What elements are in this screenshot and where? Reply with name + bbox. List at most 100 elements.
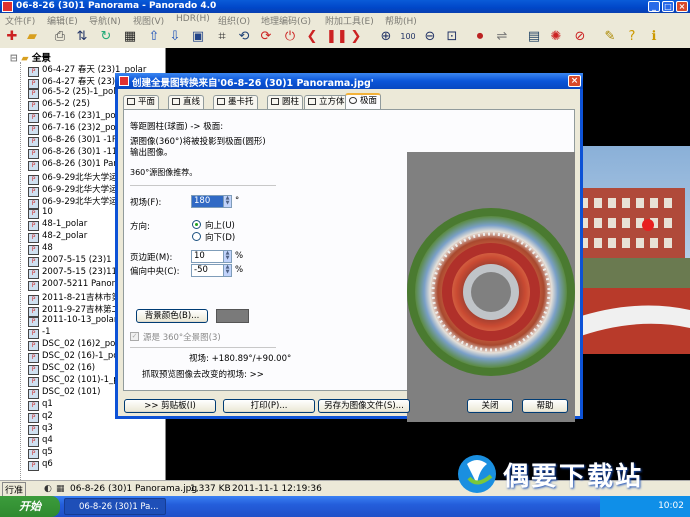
refresh-icon[interactable]: ↻ xyxy=(98,29,114,45)
fit-icon[interactable]: ⊡ xyxy=(444,29,460,45)
new-icon[interactable]: ✚ xyxy=(4,29,20,45)
dialog-app-icon xyxy=(119,76,129,86)
print-button[interactable]: 打印(P)... xyxy=(223,399,315,413)
margin-spinner[interactable]: ▲ ▼ xyxy=(223,250,232,263)
image-file-icon: P xyxy=(28,113,39,123)
zoom-out-icon[interactable]: ⊖ xyxy=(422,29,438,45)
open-folder-icon[interactable]: ▰ xyxy=(24,29,40,45)
tree-item[interactable]: P DSC_02 (101)-1_pol xyxy=(28,375,126,387)
save-as-image-button[interactable]: 另存为图像文件(S)... xyxy=(318,399,410,413)
tree-item[interactable]: Pq6 xyxy=(28,459,53,471)
direction-up-radio[interactable] xyxy=(192,220,201,229)
arrow-down-icon[interactable]: ⇩ xyxy=(167,29,183,45)
zoom-in-icon[interactable]: ⊕ xyxy=(378,29,394,45)
margin-input[interactable]: 10 xyxy=(191,250,224,263)
tree-item[interactable]: P 2007-5211 Panoram xyxy=(28,279,129,291)
tree-item-label: 48 xyxy=(42,243,53,253)
view-icon[interactable]: ▦ xyxy=(122,29,138,45)
pause-icon[interactable]: ❚❚ xyxy=(326,29,348,45)
tree-item[interactable]: P 2011-9-27吉林第二中 xyxy=(28,303,129,317)
windows-icon[interactable]: ▤ xyxy=(526,29,542,45)
tree-item[interactable]: P DSC_02 (101) xyxy=(28,387,101,399)
tree-item[interactable]: P 06-9-29北华大学运 xyxy=(28,171,118,185)
clipboard-button[interactable]: >> 剪贴板(I) xyxy=(124,399,216,413)
tree-item[interactable]: Pq5 xyxy=(28,447,53,459)
tree-item[interactable]: Pq3 xyxy=(28,423,53,435)
rotate-right-icon[interactable]: ⟳ xyxy=(258,29,274,45)
settings-icon[interactable]: ✺ xyxy=(548,29,564,45)
info-icon[interactable]: ℹ xyxy=(646,29,662,45)
tab-mercator[interactable]: 墨卡托 xyxy=(213,95,258,109)
loop-icon[interactable]: ⇌ xyxy=(494,29,510,45)
menu-hdr[interactable]: HDR(H) xyxy=(176,14,210,24)
record-icon[interactable]: ⏺ xyxy=(472,29,488,45)
close-button[interactable]: × xyxy=(676,1,688,12)
direction-down-radio[interactable] xyxy=(192,232,201,241)
dialog-close-button[interactable]: × xyxy=(568,75,581,87)
source-360-checkbox[interactable]: ✓ xyxy=(130,332,139,341)
taskbar-item-panorado[interactable]: 06-8-26 (30)1 Pa... xyxy=(64,498,166,515)
tree-item[interactable]: P 2011-8-21吉林市第 xyxy=(28,291,120,305)
tree-item[interactable]: P -1 xyxy=(28,327,50,339)
tree-item[interactable]: P 06-7-16 (23)1_polar xyxy=(28,111,127,123)
tab-plane[interactable]: 平面 xyxy=(123,95,160,109)
fov-spinner[interactable]: ▲ ▼ xyxy=(223,195,232,208)
help-icon[interactable]: ? xyxy=(624,29,640,45)
sort-icon[interactable]: ⇅ xyxy=(74,29,90,45)
tree-item[interactable]: P 06-4-27 春天 (23) xyxy=(28,75,115,89)
tab-cylinder[interactable]: 圆柱 xyxy=(267,95,304,109)
moon-icon[interactable]: ◐ xyxy=(44,484,52,494)
tab-polar[interactable]: 极面 xyxy=(345,93,382,110)
help-button[interactable]: 帮助 xyxy=(522,399,568,413)
offset-spinner[interactable]: ▲ ▼ xyxy=(223,264,232,277)
start-button[interactable]: 开始 xyxy=(0,496,60,517)
tree-root[interactable]: ⊟ ▰ 全景 xyxy=(10,50,51,64)
tree-item[interactable]: P 06-5-2 (25) xyxy=(28,99,90,111)
picture-icon[interactable]: ▣ xyxy=(190,29,206,45)
background-color-button[interactable]: 背景颜色(B)... xyxy=(136,309,208,323)
tree-item[interactable]: P 06-9-29北华大学运 xyxy=(28,195,118,209)
status-mode[interactable]: 行准 xyxy=(2,482,27,497)
tree-item[interactable]: P 06-5-2 (25)-1_polar xyxy=(28,87,124,99)
tools-icon[interactable]: ✎ xyxy=(602,29,618,45)
grid-icon[interactable]: ▦ xyxy=(56,484,65,494)
power-icon[interactable]: ⏻ xyxy=(282,29,298,45)
tree-item[interactable]: Pq1 xyxy=(28,399,53,411)
tree-item[interactable]: P 48-2_polar xyxy=(28,231,87,243)
tree-item[interactable]: P 2007-5-15 (23)1 Par xyxy=(28,255,128,267)
tree-item[interactable]: P 48 xyxy=(28,243,53,255)
tab-cube[interactable]: 立方体 xyxy=(304,95,349,109)
close-dialog-button[interactable]: 关闭 xyxy=(467,399,513,413)
tree-item[interactable]: P 06-9-29北华大学运 xyxy=(28,183,118,197)
image-file-icon: P xyxy=(28,149,39,159)
crop-icon[interactable]: ⌗ xyxy=(214,29,230,45)
tree-item[interactable]: P DSC_02 (16) xyxy=(28,363,95,375)
maximize-button[interactable]: □ xyxy=(662,1,674,12)
arrow-up-icon[interactable]: ⇧ xyxy=(146,29,162,45)
direction-up-label: 向上(U) xyxy=(205,221,235,231)
tab-line[interactable]: 直线 xyxy=(168,95,205,109)
tree-item[interactable]: P 06-7-16 (23)2_polar xyxy=(28,123,127,135)
tree-item[interactable]: P DSC_02 (16)-1_pola xyxy=(28,351,126,363)
offset-input[interactable]: -50 xyxy=(191,264,224,277)
projection-heading: 等距圆柱(球面) -> 极面: xyxy=(130,122,224,132)
tree-item[interactable]: P DSC_02 (16)2_polar xyxy=(28,339,126,351)
tree-item-label: 06-9-29北华大学运 xyxy=(42,173,118,183)
tree-item-label: DSC_02 (101) xyxy=(42,387,101,397)
minimize-button[interactable]: _ xyxy=(648,1,660,12)
fov-input[interactable]: 180 xyxy=(191,195,224,208)
tree-item[interactable]: P 48-1_polar xyxy=(28,219,87,231)
tree-item[interactable]: P 2011-10-13_polar xyxy=(28,315,117,327)
tree-item[interactable]: P 06-8-26 (30)1 Panor xyxy=(28,159,127,171)
stop-icon[interactable]: ⊘ xyxy=(572,29,588,45)
next-icon[interactable]: ❯ xyxy=(348,29,364,45)
tree-item[interactable]: P 10 xyxy=(28,207,53,219)
tree-item[interactable]: Pq2 xyxy=(28,411,53,423)
tree-item-label: q5 xyxy=(42,447,53,457)
tree-item[interactable]: Pq4 xyxy=(28,435,53,447)
polar-preview-image[interactable] xyxy=(407,152,575,422)
rotate-left-icon[interactable]: ⟲ xyxy=(236,29,252,45)
zoom-100-icon[interactable]: 100 xyxy=(400,29,416,45)
print-icon[interactable]: ⎙ xyxy=(52,29,68,45)
previous-icon[interactable]: ❮ xyxy=(304,29,320,45)
